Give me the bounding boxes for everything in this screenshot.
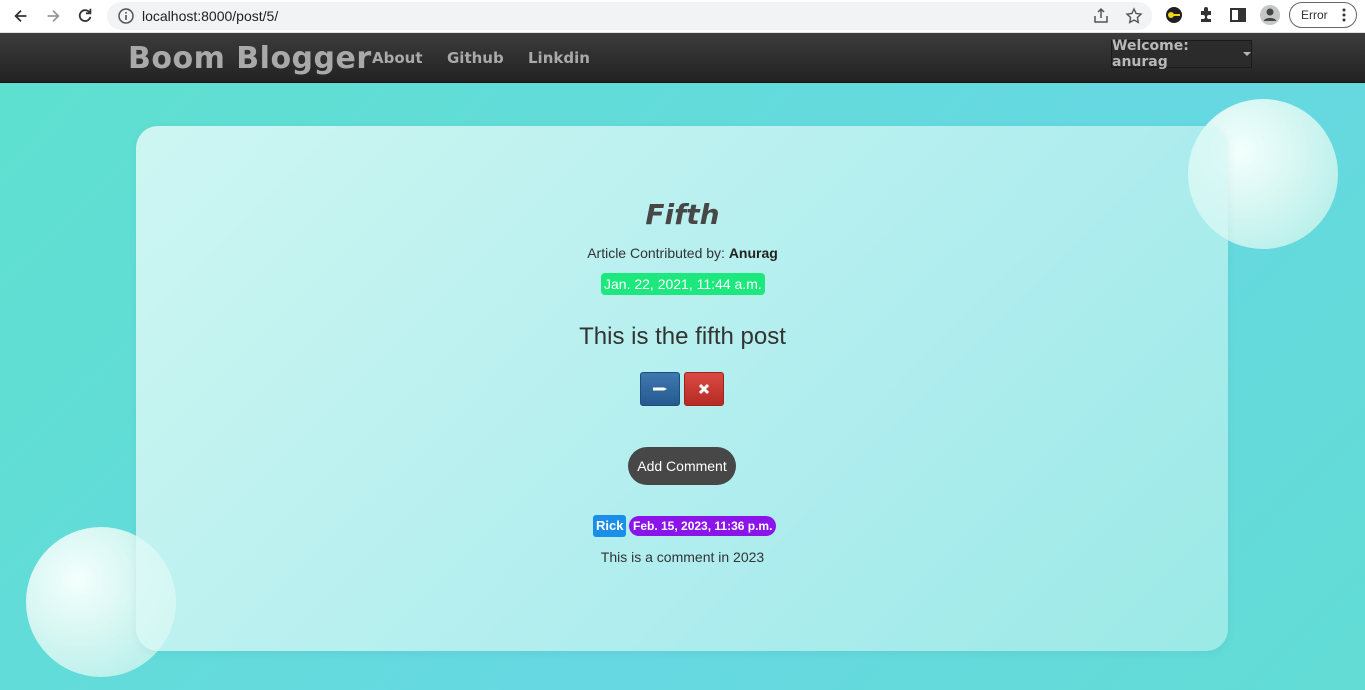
nav-link-about[interactable]: About — [372, 49, 423, 67]
profile-error-label: Error — [1301, 8, 1328, 22]
welcome-label: Welcome: anurag — [1112, 38, 1189, 70]
address-bar[interactable]: localhost:8000/post/5/ — [107, 2, 1152, 30]
reload-icon[interactable] — [72, 4, 98, 28]
kebab-menu-icon — [1342, 8, 1346, 22]
extensions-puzzle-icon[interactable] — [1195, 4, 1217, 26]
close-x-icon — [698, 383, 710, 395]
caret-down-icon — [1243, 52, 1251, 56]
post-body: This is the fifth post — [579, 323, 786, 350]
brand-logo[interactable]: Boom Blogger — [128, 41, 372, 76]
side-panel-icon[interactable] — [1227, 4, 1249, 26]
share-icon[interactable] — [1092, 7, 1110, 25]
delete-post-button[interactable] — [684, 372, 724, 406]
site-navbar: Boom Blogger About Github Linkdin Welcom… — [0, 33, 1365, 83]
post-date-badge: Jan. 22, 2021, 11:44 a.m. — [601, 273, 765, 295]
comment-timestamp-badge: Feb. 15, 2023, 11:36 p.m. — [629, 516, 777, 536]
comment-author-badge: Rick — [593, 515, 627, 537]
forward-arrow-icon[interactable] — [40, 4, 66, 28]
post-author: Anurag — [728, 245, 778, 261]
nav-link-github[interactable]: Github — [447, 49, 504, 67]
pencil-icon — [653, 387, 667, 391]
key-extension-icon[interactable] — [1163, 4, 1185, 26]
byline-prefix: Article Contributed by: — [587, 245, 725, 261]
edit-post-button[interactable] — [640, 372, 680, 406]
profile-avatar-icon[interactable] — [1259, 4, 1281, 26]
add-comment-button[interactable]: Add Comment — [628, 447, 736, 485]
browser-toolbar: localhost:8000/post/5/ Error — [0, 0, 1365, 33]
user-menu-dropdown[interactable]: Welcome: anurag — [1111, 38, 1252, 70]
back-arrow-icon[interactable] — [8, 4, 34, 28]
post-byline: Article Contributed by: Anurag — [0, 245, 1365, 261]
profile-error-button[interactable]: Error — [1289, 2, 1357, 28]
comment-text: This is a comment in 2023 — [600, 549, 765, 565]
url-text: localhost:8000/post/5/ — [142, 8, 279, 24]
bookmark-star-icon[interactable] — [1125, 7, 1143, 25]
nav-link-linkdin[interactable]: Linkdin — [528, 49, 590, 67]
site-info-icon[interactable] — [117, 7, 135, 25]
post-title: Fifth — [645, 198, 720, 231]
